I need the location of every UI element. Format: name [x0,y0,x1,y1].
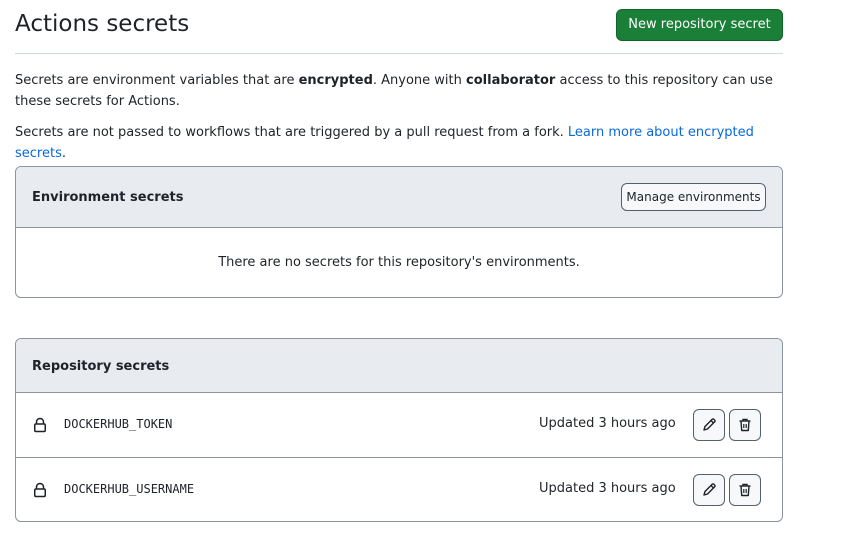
edit-secret-button[interactable] [693,409,725,441]
lock-icon [34,482,46,498]
actions-secrets-page: Actions secrets New repository secret Se… [0,0,853,552]
repository-secrets-title: Repository secrets [32,359,170,374]
edit-secret-button[interactable] [693,474,725,506]
fork-note: Secrets are not passed to workflows that… [15,122,775,164]
description-text: Secrets are environment variables that a… [15,73,299,88]
secret-name: DOCKERHUB_USERNAME [64,482,195,496]
repository-secrets-box: Repository secrets DOCKERHUB_TOKEN Updat… [15,338,783,522]
fork-note-end: . [61,146,66,161]
secret-name: DOCKERHUB_TOKEN [64,417,173,431]
trash-icon [739,483,751,497]
repository-secrets-header: Repository secrets [16,339,782,393]
delete-secret-button[interactable] [729,474,761,506]
secret-row: DOCKERHUB_TOKEN Updated 3 hours ago [16,393,782,457]
page-title: Actions secrets [15,11,190,37]
lock-icon [34,417,46,433]
secret-updated: Updated 3 hours ago [539,481,676,496]
pencil-icon [703,483,716,496]
delete-secret-button[interactable] [729,409,761,441]
environment-secrets-title: Environment secrets [32,190,184,205]
secret-updated: Updated 3 hours ago [539,416,676,431]
new-repository-secret-button[interactable]: New repository secret [616,9,783,41]
manage-environments-button[interactable]: Manage environments [621,183,766,211]
trash-icon [739,418,751,432]
pencil-icon [703,418,716,431]
page-header: Actions secrets New repository secret [15,0,783,54]
fork-note-text: Secrets are not passed to workflows that… [15,125,568,140]
environment-secrets-box: Environment secrets Manage environments … [15,166,783,298]
environment-secrets-header: Environment secrets Manage environments [16,167,782,228]
secrets-description: Secrets are environment variables that a… [15,70,775,112]
secret-row: DOCKERHUB_USERNAME Updated 3 hours ago [16,457,782,521]
description-emphasis-encrypted: encrypted [298,73,373,88]
description-text: . Anyone with [372,73,467,88]
environment-secrets-empty-message: There are no secrets for this repository… [218,255,580,270]
description-emphasis-collaborator: collaborator [466,73,556,88]
